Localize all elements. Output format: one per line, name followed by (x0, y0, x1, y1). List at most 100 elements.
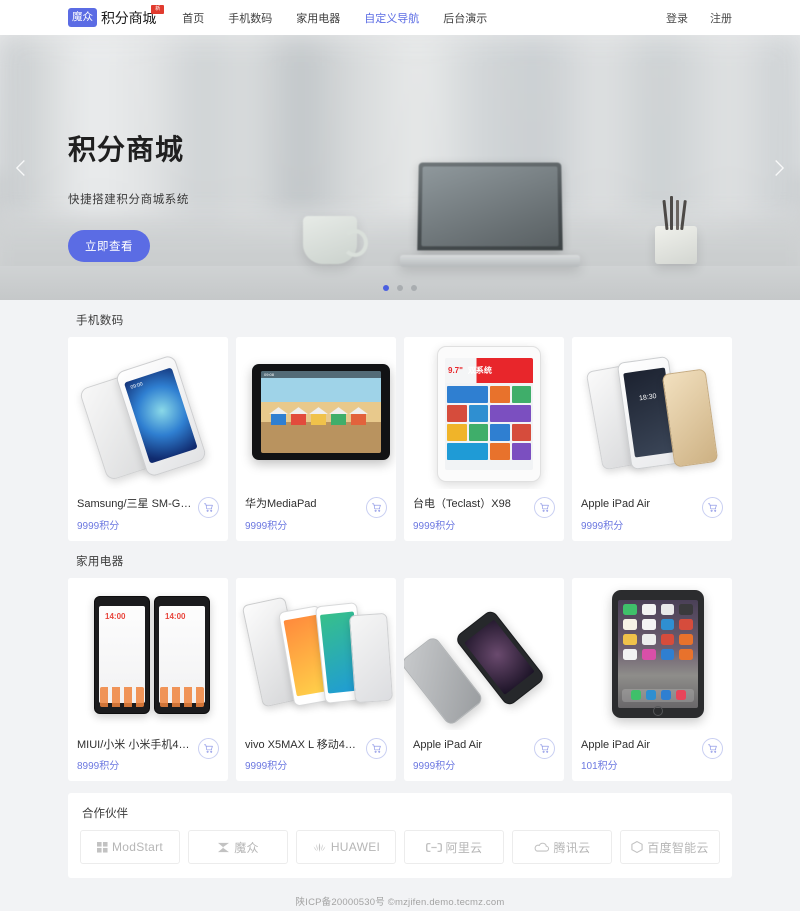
product-image-ipad-air-silver (572, 337, 732, 489)
cart-icon (204, 744, 213, 753)
nav-item-mobile-digital[interactable]: 手机数码 (228, 10, 272, 26)
hero-carousel[interactable]: 积分商城 快捷搭建积分商城系统 立即查看 (0, 35, 800, 300)
partner-aliyun[interactable]: 阿里云 (404, 830, 504, 864)
add-to-cart-button[interactable] (366, 737, 387, 759)
product-card[interactable]: Samsung/三星 SM-G8508S ... 9999积分 (68, 337, 228, 541)
product-image-huawei-mediapad (236, 337, 396, 489)
product-name: Apple iPad Air (581, 738, 651, 751)
partner-name: 阿里云 (445, 840, 483, 855)
cart-icon (372, 503, 381, 512)
product-points: 9999积分 (413, 520, 456, 532)
chevron-left-icon (15, 159, 25, 176)
carousel-prev-button[interactable] (6, 148, 36, 188)
product-image-vivo-x5max (236, 577, 396, 730)
carousel-dot-2[interactable] (397, 285, 403, 291)
product-points: 9999积分 (413, 761, 456, 772)
nav-item-custom-nav[interactable]: 自定义导航 (364, 10, 419, 26)
carousel-dot-1[interactable] (383, 285, 389, 291)
nav-item-admin-demo[interactable]: 后台演示 (443, 10, 487, 26)
product-card[interactable]: Apple iPad Air 101积分 (572, 577, 732, 781)
partners-panel: 合作伙伴 ModStart 魔众 HUAWEI 阿里云 腾讯云 百度智能云 (68, 793, 732, 878)
brand-name: 积分商城 (101, 9, 157, 26)
baiduyun-logo-icon (631, 841, 643, 853)
add-to-cart-button[interactable] (534, 497, 555, 518)
product-name: 台电（Teclast）X98 (413, 498, 511, 510)
partner-mozhong[interactable]: 魔众 (188, 830, 288, 864)
product-card[interactable]: 华为MediaPad 9999积分 (236, 337, 396, 541)
product-name: 华为MediaPad (245, 498, 317, 510)
product-points: 101积分 (581, 761, 618, 772)
partner-name: HUAWEI (330, 840, 381, 854)
brand-new-flag-icon: 新 (151, 4, 165, 14)
product-name: Apple iPad Air (581, 498, 651, 510)
product-name: Samsung/三星 SM-G8508S ... (77, 498, 192, 510)
partners-title: 合作伙伴 (82, 808, 128, 820)
brand-logo[interactable]: 魔众 积分商城 新 (68, 4, 165, 28)
header-actions: 登录 注册 (666, 10, 732, 26)
product-points: 9999积分 (581, 520, 624, 532)
carousel-dot-3[interactable] (411, 285, 417, 291)
cart-icon (540, 503, 549, 512)
main-nav: 首页 手机数码 家用电器 自定义导航 后台演示 (182, 10, 487, 26)
add-to-cart-button[interactable] (702, 737, 723, 759)
product-image-iphone-pair (404, 577, 564, 730)
product-card[interactable]: Apple iPad Air 9999积分 (572, 337, 732, 541)
brand-badge: 魔众 (68, 8, 97, 27)
nav-item-home[interactable]: 首页 (182, 10, 204, 26)
huawei-logo-icon (313, 842, 326, 852)
product-card[interactable]: MIUI/小米 小米手机4 小米4代... 8999积分 (68, 577, 228, 781)
partner-baidu-cloud[interactable]: 百度智能云 (620, 830, 720, 864)
cart-icon (708, 744, 717, 753)
register-link[interactable]: 注册 (710, 10, 732, 26)
product-card[interactable]: vivo X5MAX L 移动4G 八核... 9999积分 (236, 577, 396, 781)
mozhong-logo-icon (218, 842, 230, 852)
product-name: Apple iPad Air (413, 738, 483, 751)
partner-name: 魔众 (234, 840, 259, 855)
add-to-cart-button[interactable] (366, 497, 387, 518)
cart-icon (372, 744, 381, 753)
partner-tencent-cloud[interactable]: 腾讯云 (512, 830, 612, 864)
hero-desk-surface (0, 266, 800, 300)
add-to-cart-button[interactable] (198, 737, 219, 759)
partner-name: 腾讯云 (553, 840, 591, 855)
site-header: 魔众 积分商城 新 首页 手机数码 家用电器 自定义导航 后台演示 登录 注册 (0, 0, 800, 35)
hero-pencil-cup-decoration (655, 196, 697, 264)
product-image-xiaomi-mi4 (68, 577, 228, 730)
hero-content: 积分商城 快捷搭建积分商城系统 立即查看 (68, 133, 189, 262)
hero-laptop-decoration (400, 162, 580, 267)
partner-name: ModStart (111, 840, 164, 854)
section-title-mobile-digital: 手机数码 (76, 315, 124, 327)
hero-subtitle: 快捷搭建积分商城系统 (68, 193, 189, 206)
chevron-right-icon (775, 159, 785, 176)
partner-modstart[interactable]: ModStart (80, 830, 180, 864)
carousel-next-button[interactable] (764, 148, 794, 188)
login-link[interactable]: 登录 (666, 10, 688, 26)
section-title-home-appliances: 家用电器 (76, 555, 124, 568)
partner-huawei[interactable]: HUAWEI (296, 830, 396, 864)
aliyun-logo-icon (425, 842, 442, 852)
product-grid-mobile-digital: Samsung/三星 SM-G8508S ... 9999积分 (68, 337, 732, 541)
tencentcloud-logo-icon (534, 842, 549, 852)
product-grid-home-appliances: MIUI/小米 小米手机4 小米4代... 8999积分 (68, 577, 732, 781)
product-points: 9999积分 (245, 520, 288, 532)
cart-icon (540, 744, 549, 753)
product-points: 8999积分 (77, 761, 120, 772)
cart-icon (708, 503, 717, 512)
add-to-cart-button[interactable] (198, 497, 219, 518)
partners-list: ModStart 魔众 HUAWEI 阿里云 腾讯云 百度智能云 (80, 830, 720, 864)
add-to-cart-button[interactable] (702, 497, 723, 518)
cart-icon (204, 503, 213, 512)
partner-name: 百度智能云 (647, 840, 709, 855)
product-image-samsung (68, 337, 228, 489)
nav-item-home-appliances[interactable]: 家用电器 (296, 10, 340, 26)
product-card[interactable]: 9.7" 双系统 台电（Teclast）X98 9999积分 (404, 337, 564, 541)
add-to-cart-button[interactable] (534, 737, 555, 759)
product-image-teclast-x98: 9.7" 双系统 (404, 337, 564, 489)
hero-cup-decoration (303, 216, 368, 264)
hero-cta-button[interactable]: 立即查看 (68, 229, 150, 262)
product-card[interactable]: Apple iPad Air 9999积分 (404, 577, 564, 781)
hero-title: 积分商城 (68, 134, 185, 165)
main-content: 手机数码 Samsung/三星 SM-G8508S ... 9999积分 (0, 300, 800, 911)
product-name: MIUI/小米 小米手机4 小米4代... (77, 738, 192, 751)
site-footer: 陕ICP备20000530号 ©mzjifen.demo.tecmz.com (295, 897, 505, 908)
